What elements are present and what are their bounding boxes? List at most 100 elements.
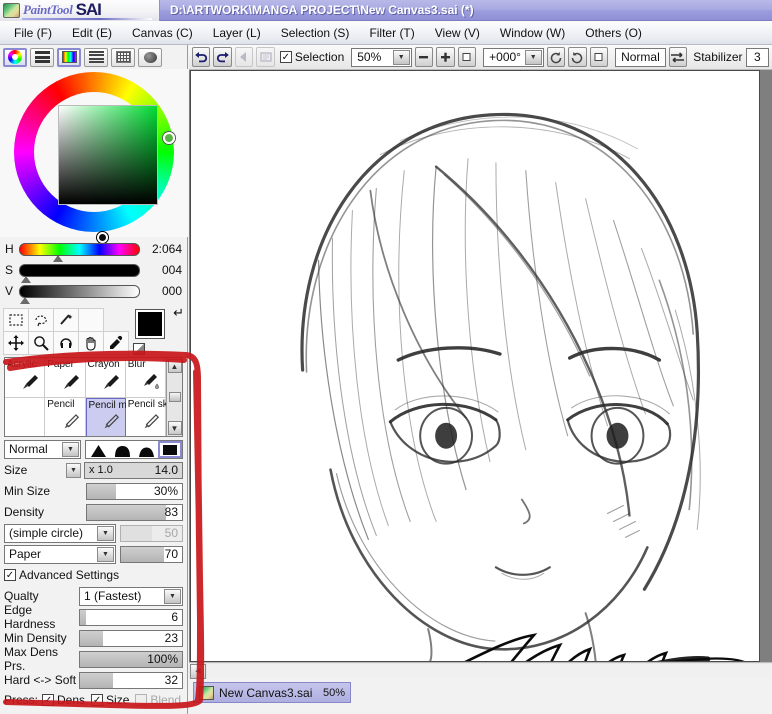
scrollbar-thumb[interactable] xyxy=(168,392,181,402)
zoom-reset-button[interactable] xyxy=(457,47,477,67)
mode-swatch-list[interactable] xyxy=(84,47,108,67)
chevron-down-icon[interactable]: ▼ xyxy=(392,49,410,65)
edge-shape-round[interactable] xyxy=(110,441,134,458)
menu-selection[interactable]: Selection (S) xyxy=(275,24,364,42)
zoom-in-button[interactable] xyxy=(436,47,455,67)
value-slider-knob[interactable] xyxy=(20,296,30,304)
chevron-down-icon[interactable]: ▼ xyxy=(524,49,542,65)
brush-pencil-sk[interactable]: Pencil sk xyxy=(125,398,166,436)
edge-shape-sharp[interactable] xyxy=(86,441,110,458)
brush-pencil-m[interactable]: Pencil m xyxy=(85,398,127,436)
canvas-tab-item[interactable]: New Canvas3.sai 50% xyxy=(193,682,351,703)
foreground-color-swatch[interactable] xyxy=(136,310,165,338)
move-tool[interactable] xyxy=(3,331,29,355)
saturation-slider[interactable] xyxy=(19,263,140,283)
title-bar: PaintTool SAI D:\ARTWORK\MANGA PROJECT\N… xyxy=(0,0,772,21)
rotate-ccw-button[interactable] xyxy=(546,47,566,67)
chevron-down-icon[interactable]: ▼ xyxy=(62,441,79,457)
rotate-tool[interactable] xyxy=(53,331,79,355)
hard-soft-slider[interactable]: 32 xyxy=(79,671,183,689)
mode-gradient[interactable] xyxy=(57,47,81,67)
stabilizer-value[interactable]: 3 xyxy=(745,47,770,67)
shape-strength-slider[interactable]: 50 xyxy=(120,524,183,542)
rotate-select[interactable]: +000° ▼ xyxy=(483,47,544,67)
scroll-left-icon[interactable]: ◀ xyxy=(190,663,206,679)
texture-select[interactable]: Paper ▼ xyxy=(4,544,116,564)
chevron-down-icon[interactable]: ▼ xyxy=(97,546,114,562)
scroll-down-icon[interactable]: ▼ xyxy=(167,421,182,435)
menu-file[interactable]: File (F) xyxy=(8,24,66,42)
hue-marker[interactable] xyxy=(163,132,175,144)
menu-window[interactable]: Window (W) xyxy=(494,24,579,42)
chevron-down-icon[interactable]: ▼ xyxy=(97,525,114,541)
blend-mode-select[interactable]: Normal ▼ xyxy=(4,439,81,459)
brush-crayon[interactable]: Crayon xyxy=(85,358,126,398)
quality-select[interactable]: 1 (Fastest) ▼ xyxy=(79,586,183,606)
hue-ring[interactable] xyxy=(14,72,175,243)
step-back-button[interactable] xyxy=(234,47,254,67)
zoom-select[interactable]: 50% ▼ xyxy=(351,47,412,67)
undo-button[interactable] xyxy=(192,47,211,67)
edge-shape-soft[interactable] xyxy=(134,441,158,458)
redo-button[interactable] xyxy=(213,47,232,67)
eyedropper-tool[interactable] xyxy=(103,331,129,355)
pressure-density-checkbox[interactable]: ✓ xyxy=(42,694,55,706)
mode-swatch-grid[interactable] xyxy=(111,47,135,67)
brush-scrollbar[interactable]: ▲ ▼ xyxy=(166,358,182,436)
density-slider[interactable]: 83 xyxy=(86,503,183,521)
size-field[interactable]: x 1.0 14.0 xyxy=(84,461,183,479)
canvas-viewport[interactable]: xinnosuke.com xyxy=(189,70,772,662)
saturation-value-square[interactable] xyxy=(58,105,158,243)
menu-filter[interactable]: Filter (T) xyxy=(363,24,428,42)
lasso-select-tool[interactable] xyxy=(28,308,54,332)
rotate-reset-button[interactable] xyxy=(589,47,609,67)
blend-mode-row: Normal ▼ xyxy=(4,439,183,459)
hard-soft-label: Hard <-> Soft xyxy=(4,673,77,687)
selection-toggle[interactable]: ✓ Selection xyxy=(279,50,344,64)
menu-view[interactable]: View (V) xyxy=(429,24,494,42)
tool-empty-1[interactable] xyxy=(78,308,104,332)
min-density-slider[interactable]: 23 xyxy=(79,629,183,647)
rotate-cw-button[interactable] xyxy=(568,47,587,67)
step-forward-button[interactable] xyxy=(256,47,275,67)
menu-edit[interactable]: Edit (E) xyxy=(66,24,126,42)
brush-acrylic[interactable]: Acrylic xyxy=(5,358,46,398)
magic-wand-tool[interactable] xyxy=(53,308,79,332)
menu-canvas[interactable]: Canvas (C) xyxy=(126,24,207,42)
flip-horizontal-button[interactable] xyxy=(668,47,688,67)
edge-shape-flat[interactable] xyxy=(158,440,182,458)
brush-empty[interactable] xyxy=(5,398,46,436)
reset-colors-icon[interactable] xyxy=(133,343,146,355)
hand-tool[interactable] xyxy=(78,331,104,355)
mode-color-wheel[interactable] xyxy=(3,47,27,67)
size-dropdown-icon[interactable]: ▼ xyxy=(66,462,81,478)
zoom-out-button[interactable] xyxy=(414,47,434,67)
scroll-up-icon[interactable]: ▲ xyxy=(167,359,182,373)
mode-scratchpad[interactable] xyxy=(138,47,162,67)
hue-slider[interactable] xyxy=(19,242,140,262)
pressure-blend-checkbox[interactable]: ✓ xyxy=(135,694,148,706)
mode-rgb-sliders[interactable] xyxy=(30,47,54,67)
chevron-down-icon[interactable]: ▼ xyxy=(164,588,181,604)
advanced-settings-checkbox[interactable]: ✓ xyxy=(4,569,16,581)
brush-paper[interactable]: Paper xyxy=(45,358,86,398)
canvas-sheet[interactable]: xinnosuke.com xyxy=(190,70,760,662)
canvas-horizontal-scrollbar[interactable]: ◀ xyxy=(189,662,772,679)
brush-blur[interactable]: Blur xyxy=(125,358,166,398)
max-dens-prs-slider[interactable]: 100% xyxy=(79,650,183,668)
marquee-select-tool[interactable] xyxy=(3,308,29,332)
view-mode-button[interactable]: Normal xyxy=(615,47,666,67)
pressure-size-checkbox[interactable]: ✓ xyxy=(91,694,104,706)
swap-colors-icon[interactable]: ↵ xyxy=(173,306,184,319)
menu-others[interactable]: Others (O) xyxy=(579,24,656,42)
selection-checkbox[interactable]: ✓ xyxy=(279,51,292,63)
texture-strength-slider[interactable]: 70 xyxy=(120,545,183,563)
edge-hardness-slider[interactable]: 6 xyxy=(79,608,183,626)
scrollbar-track[interactable] xyxy=(207,663,772,679)
zoom-tool[interactable] xyxy=(28,331,54,355)
value-slider[interactable] xyxy=(19,284,140,304)
menu-layer[interactable]: Layer (L) xyxy=(207,24,275,42)
brush-shape-select[interactable]: (simple circle) ▼ xyxy=(4,523,116,543)
min-size-slider[interactable]: 30% xyxy=(86,482,183,500)
brush-pencil[interactable]: Pencil xyxy=(45,398,86,436)
